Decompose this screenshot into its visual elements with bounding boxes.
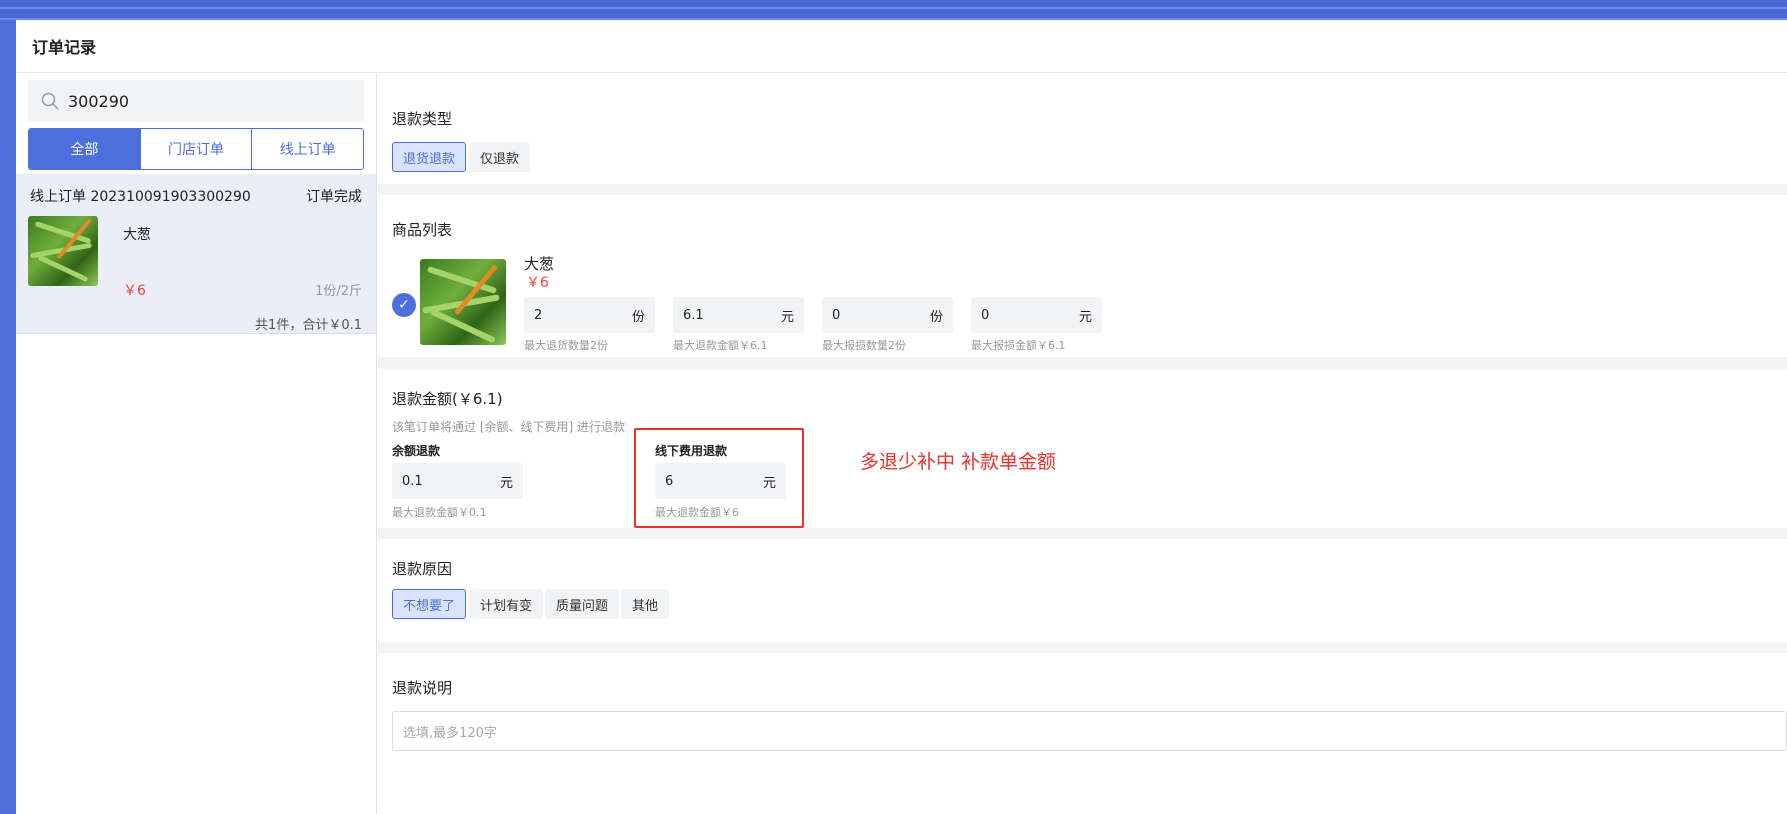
refund-method-note: 该笔订单将通过 [余额、线下费用] 进行退款 <box>392 420 625 434</box>
loss-amount-value: 0 <box>981 307 990 323</box>
search-icon <box>41 92 59 110</box>
refund-reason-title: 退款原因 <box>392 560 453 578</box>
product-list-panel: 商品列表 ✓ 大葱 ￥6 2 份 最大退货数量2份 6.1 元 最大退款金额￥6… <box>378 195 1787 357</box>
search-input[interactable] <box>68 91 328 111</box>
loss-amount-unit: 元 <box>1078 309 1092 325</box>
product-image <box>420 259 506 345</box>
refund-amount-hint: 最大退款金额￥6.1 <box>673 339 768 352</box>
refund-amount-title: 退款金额(￥6.1) <box>392 390 503 408</box>
left-window-border <box>0 20 16 814</box>
refund-type-panel: 退款类型 退货退款 仅退款 <box>378 74 1787 184</box>
order-total: 共1件，合计￥0.1 <box>255 318 362 333</box>
loss-qty-value: 0 <box>832 307 841 323</box>
window-title: 订单记录 <box>16 20 1787 73</box>
product-list-title: 商品列表 <box>392 221 453 239</box>
top-window-strip <box>0 0 1787 20</box>
tab-all[interactable]: 全部 <box>29 129 141 169</box>
refund-type-return-refund[interactable]: 退货退款 <box>392 142 467 172</box>
balance-refund-label: 余额退款 <box>392 444 441 458</box>
search-box[interactable] <box>28 80 364 122</box>
order-card[interactable]: 线上订单 202310091903300290 订单完成 大葱 ￥6 1份/2斤… <box>16 174 376 334</box>
tab-store-orders[interactable]: 门店订单 <box>140 129 253 169</box>
order-records-window: 订单记录 全部 门店订单 线上订单 线上订单 20231009190330029… <box>16 20 1787 814</box>
return-qty-value: 2 <box>534 307 543 323</box>
order-product-qty: 1份/2斤 <box>315 284 362 299</box>
order-status: 订单完成 <box>306 189 362 205</box>
loss-amount-hint: 最大报损金额￥6.1 <box>971 339 1066 352</box>
refund-form: 退款类型 退货退款 仅退款 商品列表 ✓ 大葱 ￥6 2 份 最大退货数量2份 … <box>378 74 1787 814</box>
window-content: 全部 门店订单 线上订单 线上订单 202310091903300290 订单完… <box>16 74 1787 814</box>
reason-quality-issue[interactable]: 质量问题 <box>545 589 620 619</box>
loss-qty-field[interactable]: 0 份 <box>822 297 953 333</box>
loss-qty-hint: 最大报损数量2份 <box>822 339 906 352</box>
balance-refund-hint: 最大退款金额￥0.1 <box>392 506 487 519</box>
reason-other[interactable]: 其他 <box>621 589 670 619</box>
product-price: ￥6 <box>526 275 549 291</box>
refund-amount-panel: 退款金额(￥6.1) 该笔订单将通过 [余额、线下费用] 进行退款 余额退款 0… <box>378 369 1787 528</box>
refund-note-textarea[interactable]: 选填,最多120字 <box>392 711 1787 751</box>
product-checkbox[interactable]: ✓ <box>392 293 416 317</box>
order-number: 线上订单 202310091903300290 <box>30 189 251 205</box>
refund-type-refund-only[interactable]: 仅退款 <box>469 142 531 172</box>
order-product-price: ￥6 <box>123 283 146 299</box>
balance-refund-unit: 元 <box>499 475 513 491</box>
balance-refund-field[interactable]: 0.1 元 <box>392 463 523 499</box>
reason-plan-changed[interactable]: 计划有变 <box>469 589 544 619</box>
return-qty-unit: 份 <box>631 309 645 325</box>
tab-online-orders[interactable]: 线上订单 <box>252 129 363 169</box>
return-qty-hint: 最大退货数量2份 <box>524 339 608 352</box>
product-name: 大葱 <box>524 255 555 273</box>
refund-note-title: 退款说明 <box>392 679 453 697</box>
balance-refund-value: 0.1 <box>402 473 423 489</box>
refund-amount-unit: 元 <box>780 309 794 325</box>
order-sidebar: 全部 门店订单 线上订单 线上订单 202310091903300290 订单完… <box>16 74 377 814</box>
product-thumbnail <box>28 216 98 286</box>
order-filter-tabs: 全部 门店订单 线上订单 <box>28 128 364 170</box>
return-qty-field[interactable]: 2 份 <box>524 297 655 333</box>
loss-amount-field[interactable]: 0 元 <box>971 297 1102 333</box>
refund-amount-value: 6.1 <box>683 307 704 323</box>
refund-note-panel: 退款说明 选填,最多120字 <box>378 653 1787 814</box>
reason-dont-want[interactable]: 不想要了 <box>392 589 467 619</box>
loss-qty-unit: 份 <box>929 309 943 325</box>
highlight-box <box>634 428 804 528</box>
order-product-name: 大葱 <box>123 227 151 243</box>
refund-amount-field[interactable]: 6.1 元 <box>673 297 804 333</box>
order-card-header: 线上订单 202310091903300290 订单完成 <box>30 186 362 206</box>
refund-reason-panel: 退款原因 不想要了 计划有变 质量问题 其他 <box>378 539 1787 642</box>
annotation-text: 多退少补中 补款单金额 <box>860 451 1057 473</box>
refund-type-title: 退款类型 <box>392 110 453 128</box>
